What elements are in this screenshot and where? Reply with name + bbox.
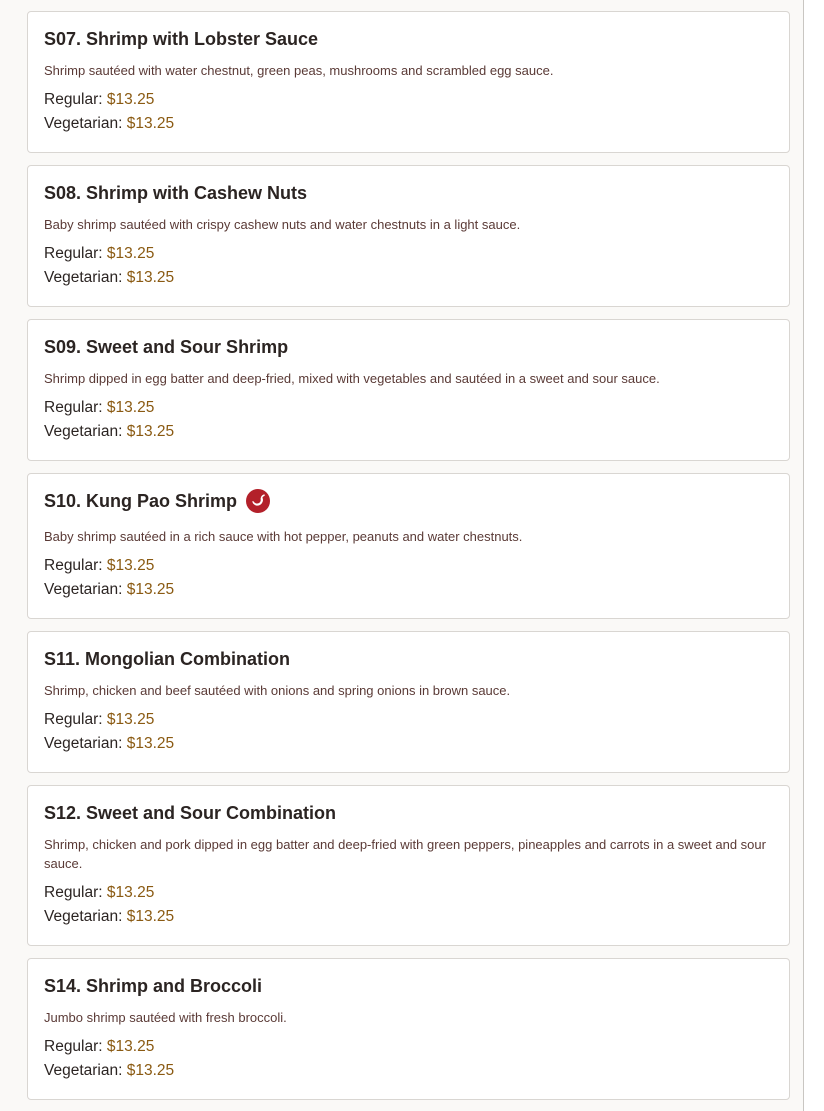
menu-item-description: Shrimp, chicken and beef sautéed with on…	[44, 683, 511, 698]
regular-price-line: Regular: $13.25	[44, 710, 154, 730]
regular-label: Regular:	[44, 884, 103, 901]
vegetarian-price: $13.25	[126, 269, 175, 286]
menu-item-description: Baby shrimp sautéed in a rich sauce with…	[44, 529, 523, 544]
regular-price: $13.25	[106, 245, 155, 262]
regular-price: $13.25	[106, 557, 155, 574]
page-gutter	[804, 0, 824, 1111]
vegetarian-price: $13.25	[126, 1062, 175, 1079]
menu-item-title: S12. Sweet and Sour Combination	[44, 802, 337, 823]
menu-page: S07. Shrimp with Lobster Sauce Shrimp sa…	[0, 0, 804, 1111]
menu-item-title: S07. Shrimp with Lobster Sauce	[44, 28, 319, 49]
menu-item-description: Shrimp, chicken and pork dipped in egg b…	[44, 837, 766, 871]
menu-item-card[interactable]: S08. Shrimp with Cashew Nuts Baby shrimp…	[27, 165, 790, 307]
regular-label: Regular:	[44, 557, 103, 574]
regular-price-line: Regular: $13.25	[44, 244, 154, 264]
menu-item-card[interactable]: S07. Shrimp with Lobster Sauce Shrimp sa…	[27, 11, 790, 153]
regular-label: Regular:	[44, 245, 103, 262]
vegetarian-price-line: Vegetarian: $13.25	[44, 1061, 174, 1081]
menu-item-description: Shrimp sautéed with water chestnut, gree…	[44, 63, 554, 78]
menu-item-description: Baby shrimp sautéed with crispy cashew n…	[44, 217, 521, 232]
regular-price-line: Regular: $13.25	[44, 883, 154, 903]
vegetarian-label: Vegetarian:	[44, 581, 123, 598]
regular-price: $13.25	[106, 399, 155, 416]
regular-price-line: Regular: $13.25	[44, 398, 154, 418]
menu-item-card[interactable]: S12. Sweet and Sour Combination Shrimp, …	[27, 785, 790, 946]
vegetarian-label: Vegetarian:	[44, 735, 123, 752]
vegetarian-price-line: Vegetarian: $13.25	[44, 734, 174, 754]
vegetarian-price-line: Vegetarian: $13.25	[44, 268, 174, 288]
vegetarian-price: $13.25	[126, 581, 175, 598]
regular-price-line: Regular: $13.25	[44, 556, 154, 576]
vegetarian-price: $13.25	[126, 423, 175, 440]
vegetarian-label: Vegetarian:	[44, 908, 123, 925]
vegetarian-price-line: Vegetarian: $13.25	[44, 580, 174, 600]
menu-item-title: S09. Sweet and Sour Shrimp	[44, 336, 289, 357]
vegetarian-price: $13.25	[126, 735, 175, 752]
vegetarian-price: $13.25	[126, 115, 175, 132]
menu-item-card[interactable]: S10. Kung Pao Shrimp Baby shrimp sautéed…	[27, 473, 790, 619]
regular-label: Regular:	[44, 711, 103, 728]
menu-item-title: S14. Shrimp and Broccoli	[44, 975, 263, 996]
regular-label: Regular:	[44, 1038, 103, 1055]
menu-item-title: S08. Shrimp with Cashew Nuts	[44, 182, 308, 203]
menu-item-description: Shrimp dipped in egg batter and deep-fri…	[44, 371, 660, 386]
regular-price: $13.25	[106, 1038, 155, 1055]
vegetarian-price-line: Vegetarian: $13.25	[44, 422, 174, 442]
vegetarian-label: Vegetarian:	[44, 115, 123, 132]
menu-item-card[interactable]: S14. Shrimp and Broccoli Jumbo shrimp sa…	[27, 958, 790, 1100]
menu-item-description: Jumbo shrimp sautéed with fresh broccoli…	[44, 1010, 287, 1025]
menu-item-card[interactable]: S09. Sweet and Sour Shrimp Shrimp dipped…	[27, 319, 790, 461]
vegetarian-label: Vegetarian:	[44, 423, 123, 440]
regular-label: Regular:	[44, 91, 103, 108]
vegetarian-label: Vegetarian:	[44, 269, 123, 286]
regular-price: $13.25	[106, 711, 155, 728]
vegetarian-price-line: Vegetarian: $13.25	[44, 907, 174, 927]
vegetarian-price: $13.25	[126, 908, 175, 925]
menu-item-title: S10. Kung Pao Shrimp	[44, 490, 238, 511]
regular-label: Regular:	[44, 399, 103, 416]
menu-item-title: S11. Mongolian Combination	[44, 648, 291, 669]
vegetarian-price-line: Vegetarian: $13.25	[44, 114, 174, 134]
menu-item-card[interactable]: S11. Mongolian Combination Shrimp, chick…	[27, 631, 790, 773]
vegetarian-label: Vegetarian:	[44, 1062, 123, 1079]
regular-price: $13.25	[106, 91, 155, 108]
regular-price-line: Regular: $13.25	[44, 90, 154, 110]
regular-price-line: Regular: $13.25	[44, 1037, 154, 1057]
chili-pepper-icon	[246, 489, 271, 513]
regular-price: $13.25	[106, 884, 155, 901]
